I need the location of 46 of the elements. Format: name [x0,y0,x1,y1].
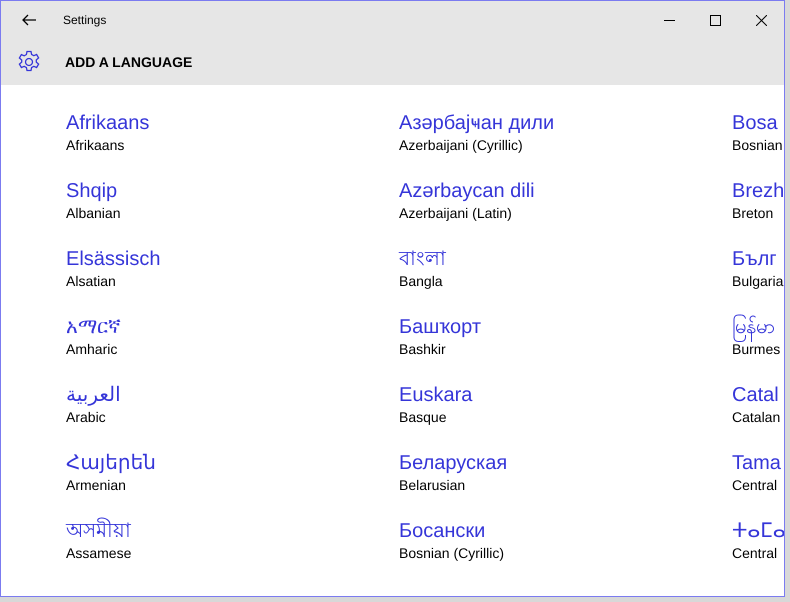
language-link[interactable]: Босански [399,519,732,543]
language-name: Assamese [66,544,132,563]
language-name: Central [732,476,778,495]
language-link[interactable]: العربية [66,383,399,407]
language-name: Azerbaijani (Cyrillic) [399,136,524,155]
language-name: Bosnian [732,136,784,155]
language-link[interactable]: বাংলা [399,247,732,271]
language-name: Bashkir [399,340,447,359]
language-name: Bulgaria [732,272,784,291]
language-link[interactable]: Tama [732,451,784,475]
language-name: Burmes [732,341,782,359]
maximize-icon [710,14,720,26]
language-link[interactable]: Бълг [732,247,784,271]
language-link[interactable]: አማርኛ [66,315,399,339]
language-link[interactable]: Азәрбајҹан дили [399,111,732,135]
language-name: Armenian [66,476,127,495]
language-link[interactable]: Беларуская [399,451,732,475]
language-name: Basque [399,408,448,427]
language-link[interactable]: Bosa [732,111,784,135]
settings-icon [17,50,41,74]
language-name: Belarusian [399,476,466,495]
language-link[interactable]: Azərbaycan dili [399,179,732,203]
language-link[interactable]: Catal [732,383,784,407]
language-link[interactable]: Shqip [66,179,399,203]
language-name: Afrikaans [66,136,126,155]
language-name: Arabic [66,408,107,427]
language-name: Albanian [66,204,122,223]
language-name: Bosnian (Cyrillic) [399,544,506,563]
language-name: Amharic [66,340,118,359]
language-name: Central [732,544,778,563]
language-link[interactable]: Brezh [732,179,784,203]
language-name: Breton [732,204,774,223]
language-link[interactable]: Башҡорт [399,315,732,339]
language-name: Catalan [732,408,782,427]
language-name: Azerbaijani (Latin) [399,204,513,223]
language-name: Bangla [399,272,444,291]
language-name: Alsatian [66,272,117,291]
close-icon [756,14,766,26]
language-link[interactable]: Euskara [399,383,732,407]
language-link[interactable]: Հայերեն [66,451,399,475]
back-arrow-icon [22,14,36,26]
language-link[interactable]: অসমীয়া [66,519,399,543]
window-title: Settings [63,13,108,27]
page-heading: ADD A LANGUAGE [65,54,192,70]
language-link[interactable]: Afrikaans [66,111,399,135]
language-link[interactable]: Elsässisch [66,247,399,271]
